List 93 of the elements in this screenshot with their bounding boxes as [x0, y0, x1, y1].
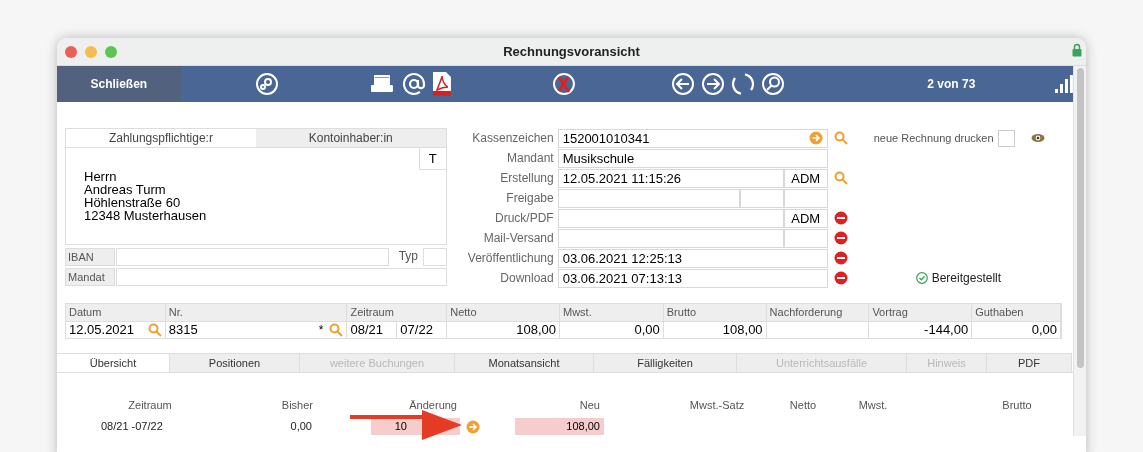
field-label: Freigabe [505, 190, 555, 207]
period-text: 08/21 -07/22 [101, 419, 164, 435]
column-header: Mwst. [857, 398, 889, 413]
arrow-right-icon[interactable] [466, 419, 480, 434]
delete-icon[interactable] [833, 211, 848, 225]
text-field[interactable]: 12.05.2021 11:15:26 [557, 168, 784, 188]
text-field[interactable]: Musikschule [557, 148, 828, 168]
status-text: Bereitgestellt [931, 270, 1002, 287]
mandate-field[interactable] [116, 268, 447, 286]
window-title: Rechnungsvoransicht [502, 42, 641, 61]
eye-icon[interactable] [1030, 133, 1045, 143]
field-label: Mail-Versand [482, 230, 555, 247]
tab[interactable]: Übersicht [57, 353, 170, 372]
marker-text: * [318, 322, 324, 338]
field-label: Download [499, 270, 555, 287]
column-header: Mwst.-Satz [688, 398, 746, 413]
type-field[interactable] [423, 248, 447, 266]
minimize-window-button[interactable] [85, 45, 97, 58]
record-counter: 2 von 73 [927, 76, 976, 93]
column-header: Datum [66, 304, 166, 321]
field-label: Kassenzeichen [471, 130, 555, 147]
printer-icon[interactable] [370, 73, 394, 95]
column-header: Zeitraum [127, 398, 173, 413]
text-field[interactable] [557, 188, 740, 208]
checkbox[interactable] [997, 129, 1015, 147]
new-amount-field: 108,00 [515, 418, 604, 435]
address-tab[interactable]: Kontoinhaber:in [255, 129, 446, 147]
table-cell: 07/22 [397, 321, 448, 338]
delete-icon[interactable] [833, 231, 848, 245]
column-header: Bisher [280, 398, 313, 413]
lock-icon [1072, 43, 1082, 57]
column-header: Brutto [663, 304, 767, 321]
close-button[interactable]: Schließen [57, 66, 181, 102]
cancel-icon[interactable] [552, 72, 577, 96]
address-line: Herrn [84, 170, 118, 183]
tab[interactable]: PDF [987, 353, 1072, 372]
delete-icon[interactable] [833, 251, 848, 265]
text-field[interactable]: 03.06.2021 07:13:13 [557, 268, 828, 288]
zoom-window-button[interactable] [105, 45, 117, 58]
close-window-button[interactable] [65, 45, 77, 58]
table-cell: 8315 * [165, 321, 348, 338]
field-label: Erstellung [499, 170, 555, 187]
column-header: Änderung [408, 398, 457, 413]
previous-amount: 0,00 [289, 419, 313, 435]
table-cell: -144,00 [869, 321, 973, 338]
column-header: Neu [578, 398, 600, 413]
user-field[interactable]: ADM [783, 168, 828, 188]
table-cell: 108,00 [663, 321, 767, 338]
signal-bars-icon [1055, 75, 1073, 93]
user-field[interactable] [783, 228, 828, 248]
address-line: 12348 Musterhausen [84, 209, 208, 222]
text-field[interactable] [739, 188, 784, 208]
user-field[interactable] [783, 188, 828, 208]
text-field[interactable]: 152001010341 [557, 128, 828, 148]
text-button[interactable]: T [418, 148, 446, 170]
table-cell: 08/21 [347, 321, 398, 338]
checkbox-label: neue Rechnung drucken [873, 130, 994, 146]
tab[interactable]: Fälligkeiten [594, 353, 737, 372]
user-field[interactable]: ADM [783, 208, 828, 228]
field-label: Typ [397, 248, 419, 265]
text-field[interactable] [557, 208, 784, 228]
field-label: IBAN [65, 248, 115, 266]
at-sign-icon[interactable] [401, 72, 426, 96]
check-circle-icon [915, 272, 928, 284]
column-header: Nachforderung [766, 304, 870, 321]
iban-field[interactable] [116, 248, 389, 266]
column-header: Zeitraum [347, 304, 448, 321]
tab[interactable]: Positionen [170, 353, 300, 372]
address-line: Höhlenstraße 60 [84, 196, 182, 209]
column-header: Brutto [1001, 398, 1033, 413]
column-header: Netto [447, 304, 560, 321]
delete-icon[interactable] [833, 271, 848, 285]
column-header: Nr. [165, 304, 348, 321]
table-cell: 108,00 [447, 321, 560, 338]
table-cell: 0,00 [972, 321, 1061, 338]
field-label: Mandat [65, 268, 115, 286]
scrollbar-thumb[interactable] [1076, 68, 1084, 368]
table-cell: 0,00 [560, 321, 664, 338]
column-header: Vortrag [869, 304, 973, 321]
column-header: Netto [788, 398, 818, 413]
field-label: Mandant [506, 150, 555, 167]
table-cell: 12.05.2021 [66, 321, 166, 338]
address-line: Andreas Turm [84, 183, 167, 196]
column-header: Guthaben [972, 304, 1061, 321]
address-box[interactable]: T Herrn Andreas Turm Höhlenstraße 60 12348 Musterhausen [65, 148, 447, 245]
field-label: Veröffentlichung [466, 250, 555, 267]
column-header: Mwst. [560, 304, 664, 321]
arrow-right-icon[interactable] [808, 131, 823, 145]
pdf-file-icon[interactable] [431, 72, 452, 96]
field-label: Druck/PDF [494, 210, 555, 227]
tab[interactable]: Monatsansicht [455, 353, 594, 372]
text-field[interactable]: 03.06.2021 12:25:13 [557, 248, 828, 268]
text-field[interactable] [557, 228, 784, 248]
